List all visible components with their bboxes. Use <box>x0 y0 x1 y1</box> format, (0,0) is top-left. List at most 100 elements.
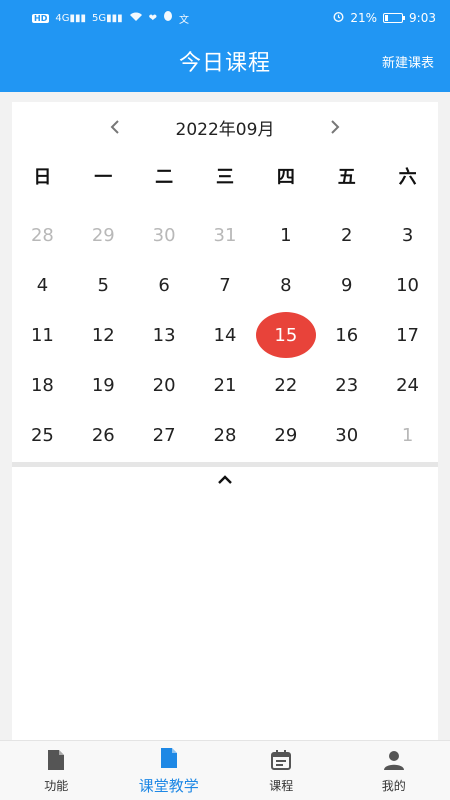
heart-icon: ❤ <box>148 12 158 24</box>
collapse-calendar-button[interactable] <box>210 468 240 492</box>
calendar-day[interactable]: 14 <box>195 310 256 360</box>
calendar-day-number: 30 <box>152 224 176 246</box>
calendar-day-number: 1 <box>280 224 292 246</box>
file-icon <box>159 745 179 771</box>
calendar-day[interactable]: 23 <box>316 360 377 410</box>
calendar-day-number: 29 <box>91 224 115 246</box>
calendar-day[interactable]: 9 <box>316 260 377 310</box>
calendar-day[interactable]: 25 <box>12 410 73 460</box>
calendar-day-number: 23 <box>335 374 359 396</box>
calendar-day[interactable]: 18 <box>12 360 73 410</box>
calendar-day[interactable]: 11 <box>12 310 73 360</box>
calendar-day-number: 26 <box>91 424 115 446</box>
calendar-day[interactable]: 7 <box>195 260 256 310</box>
calendar-divider <box>12 462 438 467</box>
calendar-day[interactable]: 28 <box>12 210 73 260</box>
tab-label: 课程 <box>269 779 294 793</box>
calendar-day-number: 15 <box>255 312 316 358</box>
status-right: 21% 9:03 <box>333 11 436 25</box>
tab-1[interactable]: 课堂教学 <box>113 741 226 800</box>
new-schedule-button[interactable]: 新建课表 <box>382 36 434 92</box>
calendar-day-number: 7 <box>219 274 231 296</box>
calendar-day-number: 21 <box>213 374 237 396</box>
hd-icon: HD <box>32 13 50 23</box>
calendar-icon <box>270 747 292 773</box>
calendar-day[interactable]: 5 <box>73 260 134 310</box>
calendar-day[interactable]: 28 <box>195 410 256 460</box>
weekday-label: 二 <box>155 167 174 188</box>
calendar-day[interactable]: 29 <box>73 210 134 260</box>
calendar-day-number: 22 <box>274 374 298 396</box>
calendar-day-number: 1 <box>401 424 414 446</box>
tab-0[interactable]: 功能 <box>0 741 113 800</box>
battery-level <box>385 15 389 21</box>
calendar-day[interactable]: 3 <box>377 210 438 260</box>
calendar-day[interactable]: 19 <box>73 360 134 410</box>
user-icon <box>383 747 405 773</box>
battery-percent: 21% <box>350 11 378 25</box>
calendar-day[interactable]: 1 <box>377 410 438 460</box>
calendar-day[interactable]: 22 <box>255 360 316 410</box>
calendar-day[interactable]: 17 <box>377 310 438 360</box>
calendar-day[interactable]: 2 <box>316 210 377 260</box>
calendar-day[interactable]: 30 <box>134 210 195 260</box>
calendar-day-number: 3 <box>401 224 414 246</box>
status-left: HD 4G▮▮▮ 5G▮▮▮ ❤ 文 <box>32 11 189 26</box>
calendar-day[interactable]: 1 <box>255 210 316 260</box>
calendar-day-number: 18 <box>30 374 54 396</box>
weekday-label: 日 <box>33 167 52 188</box>
calendar-day[interactable]: 6 <box>134 260 195 310</box>
calendar-day[interactable]: 31 <box>195 210 256 260</box>
calendar-day[interactable]: 4 <box>12 260 73 310</box>
calendar-day[interactable]: 12 <box>73 310 134 360</box>
calendar-day-number: 24 <box>396 374 420 396</box>
calendar-day-number: 11 <box>30 324 54 346</box>
calendar-day[interactable]: 21 <box>195 360 256 410</box>
file-icon <box>46 747 66 773</box>
tab-3[interactable]: 我的 <box>338 741 450 800</box>
calendar-day-number: 31 <box>213 224 237 246</box>
calendar-day[interactable]: 27 <box>134 410 195 460</box>
signal-4g-icon: 4G▮▮▮ <box>55 12 86 24</box>
calendar-day[interactable]: 30 <box>316 410 377 460</box>
calendar-day-number: 10 <box>396 274 420 296</box>
alarm-icon <box>333 11 344 25</box>
calendar-day[interactable]: 8 <box>255 260 316 310</box>
calendar-day-selected[interactable]: 15 <box>255 310 316 360</box>
month-label: 2022年09月 <box>175 119 275 140</box>
weekday-label: 一 <box>94 167 113 188</box>
calendar-day[interactable]: 10 <box>377 260 438 310</box>
qq-icon <box>163 11 173 25</box>
weekday-header: 日一二三四五六 <box>12 158 438 198</box>
signal-5g-icon: 5G▮▮▮ <box>91 12 123 24</box>
calendar-day[interactable]: 20 <box>134 360 195 410</box>
calendar-day[interactable]: 13 <box>134 310 195 360</box>
weekday-label: 五 <box>337 167 356 188</box>
tab-label: 功能 <box>44 779 69 793</box>
calendar-day[interactable]: 29 <box>255 410 316 460</box>
calendar-day[interactable]: 24 <box>377 360 438 410</box>
calendar-day-number: 12 <box>91 324 115 346</box>
calendar-grid: 28 29 30 31 1 2 3 4 5 6 7 8 9 10 11 12 13 14 15 16 17 18 19 20 2… <box>12 210 438 460</box>
calendar-day-number: 5 <box>97 274 109 296</box>
tab-2[interactable]: 课程 <box>225 741 338 800</box>
weekday-label: 四 <box>276 167 295 188</box>
tab-label: 课堂教学 <box>138 777 199 795</box>
calendar-day-number: 28 <box>30 224 54 246</box>
calendar-day[interactable]: 16 <box>316 310 377 360</box>
calendar-day-number: 29 <box>274 424 298 446</box>
calendar-day-number: 13 <box>152 324 176 346</box>
calendar-day-number: 28 <box>213 424 237 446</box>
battery-icon <box>383 13 406 23</box>
calendar-day-number: 20 <box>152 374 176 396</box>
calendar-day[interactable]: 26 <box>73 410 134 460</box>
next-month-button[interactable] <box>322 114 348 140</box>
calendar-day-number: 4 <box>36 274 49 296</box>
chevron-up-icon <box>218 475 232 484</box>
prev-month-button[interactable] <box>102 114 128 140</box>
calendar-day-number: 27 <box>152 424 176 446</box>
calendar-day-number: 6 <box>158 274 170 296</box>
calendar-day-number: 2 <box>340 224 353 246</box>
calendar-day-number: 25 <box>30 424 54 446</box>
app-bar: 今日课程 新建课表 <box>0 36 450 92</box>
